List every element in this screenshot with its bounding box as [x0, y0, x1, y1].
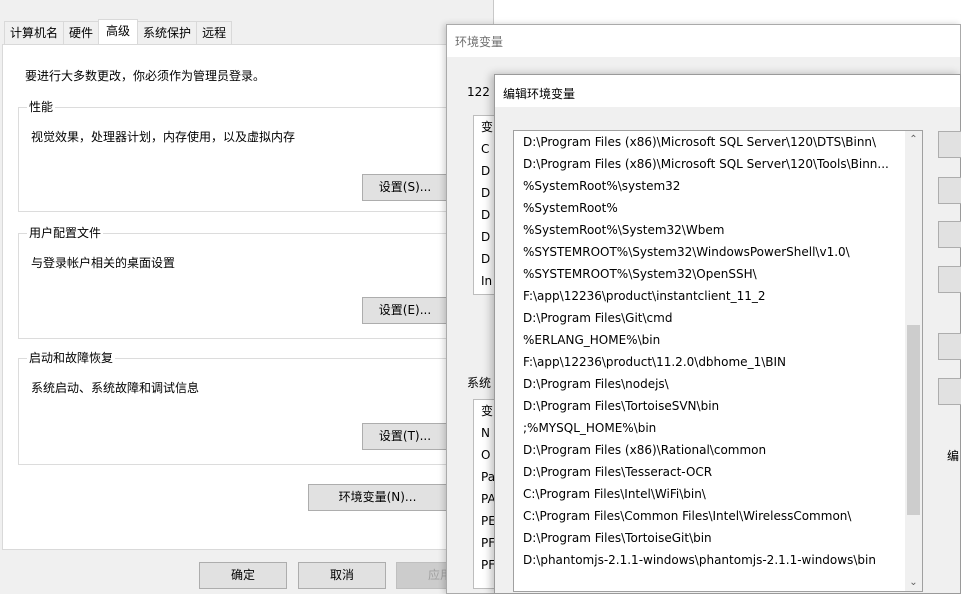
tab-advanced[interactable]: 高级 — [98, 19, 139, 45]
chevron-up-icon[interactable]: ⌃ — [905, 131, 922, 148]
system-properties-window: 计算机名 硬件 高级 系统保护 远程 要进行大多数更改，你必须作为管理员登录。 … — [0, 0, 494, 594]
vertical-scrollbar[interactable]: ⌃ ⌄ — [905, 131, 922, 591]
startup-recovery-group: 启动和故障恢复 系统启动、系统故障和调试信息 设置(T)... — [18, 351, 473, 465]
tab-bar: 计算机名 硬件 高级 系统保护 远程 — [4, 19, 233, 45]
tab-remote[interactable]: 远程 — [196, 21, 233, 45]
tab-computer-name[interactable]: 计算机名 — [4, 21, 65, 45]
performance-group: 性能 视觉效果，处理器计划，内存使用，以及虚拟内存 设置(S)... — [18, 100, 473, 212]
new-path-button[interactable] — [938, 131, 961, 158]
startup-recovery-group-desc: 系统启动、系统故障和调试信息 — [31, 381, 200, 395]
list-item[interactable]: C:\Program Files\Common Files\Intel\Wire… — [514, 505, 905, 527]
performance-group-title: 性能 — [27, 100, 56, 114]
performance-settings-button[interactable]: 设置(S)... — [362, 174, 448, 201]
browse-path-button[interactable] — [938, 221, 961, 248]
list-item[interactable]: ;%MYSQL_HOME%\bin — [514, 417, 905, 439]
admin-note: 要进行大多数更改，你必须作为管理员登录。 — [25, 69, 266, 83]
list-item[interactable]: D:\Program Files (x86)\Microsoft SQL Ser… — [514, 153, 905, 175]
path-list[interactable]: D:\Program Files (x86)\Microsoft SQL Ser… — [513, 130, 923, 592]
advanced-tab-panel: 要进行大多数更改，你必须作为管理员登录。 性能 视觉效果，处理器计划，内存使用，… — [2, 44, 490, 550]
environment-variables-button[interactable]: 环境变量(N)... — [308, 484, 447, 511]
list-item[interactable]: D:\Program Files (x86)\Microsoft SQL Ser… — [514, 131, 905, 153]
list-item[interactable]: %ERLANG_HOME%\bin — [514, 329, 905, 351]
user-variables-label: 122 — [467, 85, 490, 99]
list-item[interactable]: D:\Program Files\Git\cmd — [514, 307, 905, 329]
edit-dialog-title: 编辑环境变量 — [503, 87, 576, 101]
list-item[interactable]: D:\Program Files\nodejs\ — [514, 373, 905, 395]
edit-environment-variable-dialog: 编辑环境变量 D:\Program Files (x86)\Microsoft … — [494, 74, 961, 594]
cancel-button[interactable]: 取消 — [298, 562, 386, 589]
list-item[interactable]: %SystemRoot%\System32\Wbem — [514, 219, 905, 241]
list-item[interactable]: %SYSTEMROOT%\System32\OpenSSH\ — [514, 263, 905, 285]
user-profiles-settings-button[interactable]: 设置(E)... — [362, 297, 448, 324]
list-item[interactable]: F:\app\12236\product\instantclient_11_2 — [514, 285, 905, 307]
startup-recovery-group-title: 启动和故障恢复 — [27, 351, 116, 365]
tab-system-protection[interactable]: 系统保护 — [137, 21, 198, 45]
chevron-down-icon[interactable]: ⌄ — [905, 574, 922, 591]
user-profiles-group-title: 用户配置文件 — [27, 226, 104, 240]
system-variables-label: 系统 — [467, 376, 492, 390]
ok-button[interactable]: 确定 — [199, 562, 287, 589]
path-items: D:\Program Files (x86)\Microsoft SQL Ser… — [514, 131, 905, 591]
env-titlebar: 环境变量 — [447, 25, 960, 57]
edit-titlebar: 编辑环境变量 — [495, 75, 960, 107]
list-item[interactable]: D:\phantomjs-2.1.1-windows\phantomjs-2.1… — [514, 549, 905, 571]
user-profiles-group: 用户配置文件 与登录帐户相关的桌面设置 设置(E)... — [18, 226, 473, 339]
delete-path-button[interactable] — [938, 266, 961, 293]
list-item[interactable]: %SystemRoot%\system32 — [514, 175, 905, 197]
edit-text-button[interactable]: 编 — [947, 447, 959, 464]
startup-recovery-settings-button[interactable]: 设置(T)... — [362, 423, 448, 450]
list-item[interactable]: D:\Program Files (x86)\Rational\common — [514, 439, 905, 461]
tab-hardware[interactable]: 硬件 — [63, 21, 100, 45]
move-down-button[interactable] — [938, 378, 961, 405]
scrollbar-thumb[interactable] — [907, 325, 920, 515]
list-item[interactable]: %SystemRoot% — [514, 197, 905, 219]
list-item[interactable]: D:\Program Files\TortoiseSVN\bin — [514, 395, 905, 417]
move-up-button[interactable] — [938, 333, 961, 360]
list-item[interactable]: D:\Program Files\TortoiseGit\bin — [514, 527, 905, 549]
list-item[interactable]: C:\Program Files\Intel\WiFi\bin\ — [514, 483, 905, 505]
user-profiles-group-desc: 与登录帐户相关的桌面设置 — [31, 256, 176, 270]
edit-path-button[interactable] — [938, 177, 961, 204]
list-item[interactable]: F:\app\12236\product\11.2.0\dbhome_1\BIN — [514, 351, 905, 373]
list-item[interactable]: D:\Program Files\Tesseract-OCR — [514, 461, 905, 483]
env-window-title: 环境变量 — [455, 35, 504, 49]
list-item[interactable]: %SYSTEMROOT%\System32\WindowsPowerShell\… — [514, 241, 905, 263]
performance-group-desc: 视觉效果，处理器计划，内存使用，以及虚拟内存 — [31, 130, 296, 144]
